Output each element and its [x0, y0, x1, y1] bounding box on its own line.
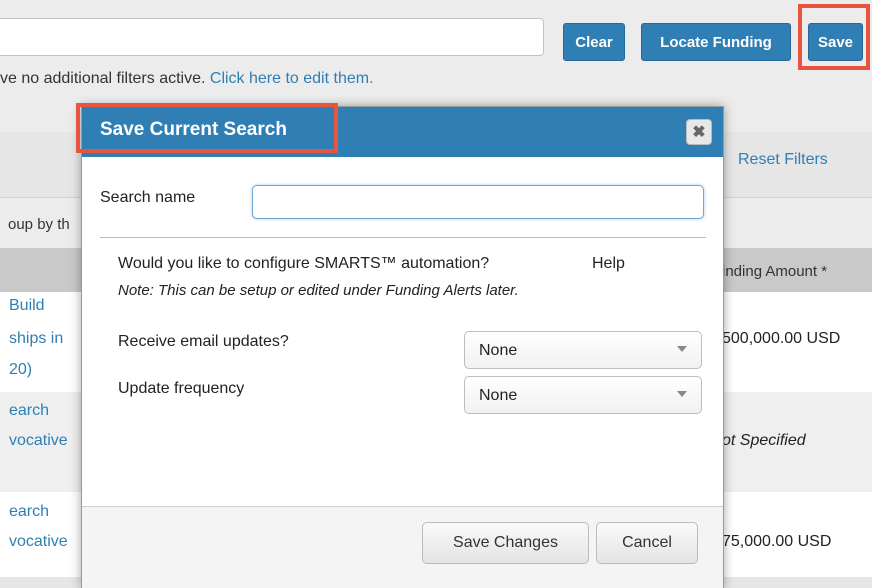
search-name-label: Search name: [100, 189, 196, 206]
help-link[interactable]: Help: [592, 255, 625, 273]
cancel-button[interactable]: Cancel: [596, 522, 698, 564]
filters-status-text: ve no additional filters active.: [0, 70, 210, 87]
clear-button[interactable]: Clear: [563, 23, 625, 61]
edit-filters-link[interactable]: Click here to edit them.: [210, 70, 374, 87]
save-search-dialog: Save Current Search ✖ Search name Would …: [76, 103, 724, 588]
row-title-link[interactable]: Build: [9, 297, 45, 315]
chevron-down-icon: [677, 346, 687, 352]
filters-status: ve no additional filters active. Click h…: [0, 70, 374, 88]
update-frequency-value: None: [479, 387, 518, 404]
email-updates-label: Receive email updates?: [118, 333, 289, 350]
update-frequency-label: Update frequency: [118, 380, 245, 397]
divider: [100, 237, 706, 238]
dialog-title-highlight: [76, 103, 338, 153]
automation-question: Would you like to configure SMARTS™ auto…: [118, 255, 490, 272]
locate-funding-button[interactable]: Locate Funding: [641, 23, 791, 61]
close-icon[interactable]: ✖: [686, 119, 712, 145]
row-title-link[interactable]: earch: [9, 402, 49, 420]
group-by-label: oup by th: [8, 216, 70, 233]
save-button-highlight: [798, 4, 870, 70]
update-frequency-select[interactable]: None: [464, 376, 702, 414]
save-changes-button[interactable]: Save Changes: [422, 522, 589, 564]
row-title-link[interactable]: earch: [9, 503, 49, 521]
row-amount: 75,000.00 USD: [722, 533, 832, 550]
row-title-link[interactable]: vocative: [9, 533, 68, 551]
search-input[interactable]: [0, 18, 544, 56]
reset-filters-link[interactable]: Reset Filters: [738, 151, 828, 169]
row-title-link[interactable]: vocative: [9, 432, 68, 450]
row-title-link[interactable]: ships in: [9, 330, 63, 348]
dialog-footer: Save Changes Cancel: [82, 506, 723, 588]
row-amount: ot Specified: [722, 432, 806, 449]
automation-note: Note: This can be setup or edited under …: [118, 282, 519, 299]
row-title-link[interactable]: 20): [9, 361, 32, 379]
email-updates-select[interactable]: None: [464, 331, 702, 369]
funding-amount-header[interactable]: inding Amount *: [722, 263, 827, 280]
chevron-down-icon: [677, 391, 687, 397]
email-updates-value: None: [479, 342, 518, 359]
dialog-header: Save Current Search ✖: [76, 103, 723, 157]
row-amount: 500,000.00 USD: [722, 330, 841, 347]
search-name-input[interactable]: [252, 185, 704, 219]
